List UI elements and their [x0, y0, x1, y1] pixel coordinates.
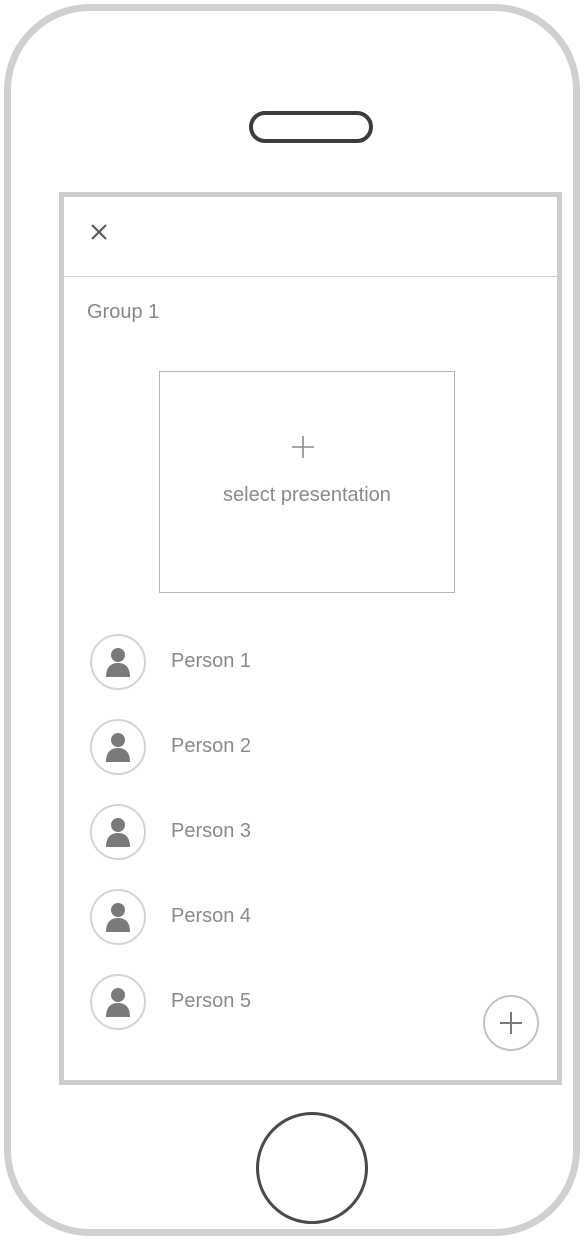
avatar	[90, 974, 146, 1030]
group-title: Group 1	[87, 301, 160, 323]
person-icon	[106, 988, 130, 1017]
plus-icon	[500, 1012, 522, 1034]
person-list-item[interactable]: Person 1	[87, 634, 387, 698]
avatar	[90, 889, 146, 945]
person-list-item[interactable]: Person 2	[87, 719, 387, 783]
app-screen: Group 1 select presentation Person 1 Pers…	[59, 192, 562, 1085]
person-name: Person 4	[171, 905, 252, 927]
person-name: Person 2	[171, 735, 252, 757]
person-icon	[106, 733, 130, 762]
person-list-item[interactable]: Person 5	[87, 974, 387, 1038]
avatar	[90, 634, 146, 690]
person-icon	[106, 903, 130, 932]
close-icon[interactable]	[90, 223, 108, 241]
person-name: Person 5	[171, 990, 252, 1012]
add-person-button[interactable]	[483, 995, 539, 1051]
avatar	[90, 804, 146, 860]
avatar	[90, 719, 146, 775]
select-presentation-button[interactable]: select presentation	[159, 371, 455, 593]
speaker-slot	[249, 111, 373, 143]
person-name: Person 1	[171, 650, 252, 672]
person-name: Person 3	[171, 820, 252, 842]
home-button[interactable]	[256, 1112, 368, 1224]
person-list-item[interactable]: Person 3	[87, 804, 387, 868]
select-presentation-label: select presentation	[223, 484, 391, 506]
person-icon	[106, 818, 130, 847]
person-icon	[106, 648, 130, 677]
top-bar	[64, 197, 557, 277]
phone-frame: Group 1 select presentation Person 1 Pers…	[4, 4, 580, 1236]
plus-icon	[291, 435, 315, 459]
person-list-item[interactable]: Person 4	[87, 889, 387, 953]
